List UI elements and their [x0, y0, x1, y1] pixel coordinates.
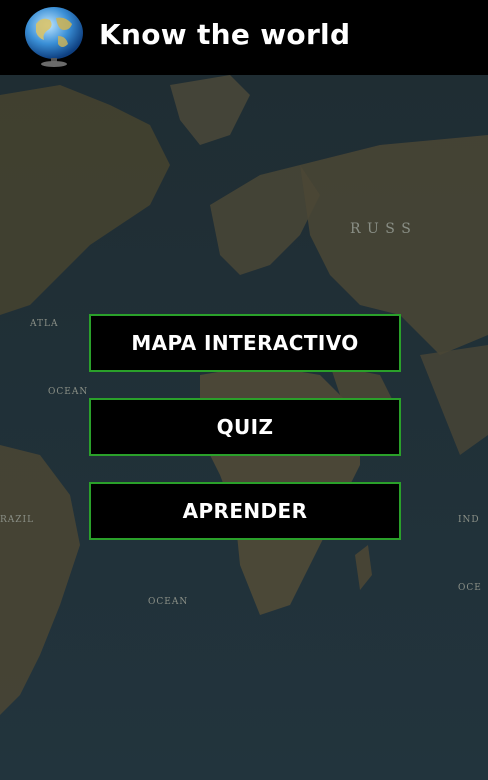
map-label-brazil: RAZIL [0, 515, 35, 525]
interactive-map-button[interactable]: MAPA INTERACTIVO [89, 314, 401, 372]
map-label-atlantic: ATLA [30, 319, 59, 329]
quiz-button[interactable]: QUIZ [89, 398, 401, 456]
globe-icon [22, 4, 86, 68]
map-label-russia: R U S S [350, 221, 412, 237]
map-label-ocean-bottom: OCEAN [148, 597, 189, 607]
map-label-ocean-right: OCE [458, 583, 482, 593]
map-label-ocean-left: OCEAN [48, 387, 89, 397]
learn-button[interactable]: APRENDER [89, 482, 401, 540]
app-bar: Know the world [0, 0, 488, 75]
app-title: Know the world [99, 18, 351, 51]
map-label-indian: IND [458, 515, 480, 525]
